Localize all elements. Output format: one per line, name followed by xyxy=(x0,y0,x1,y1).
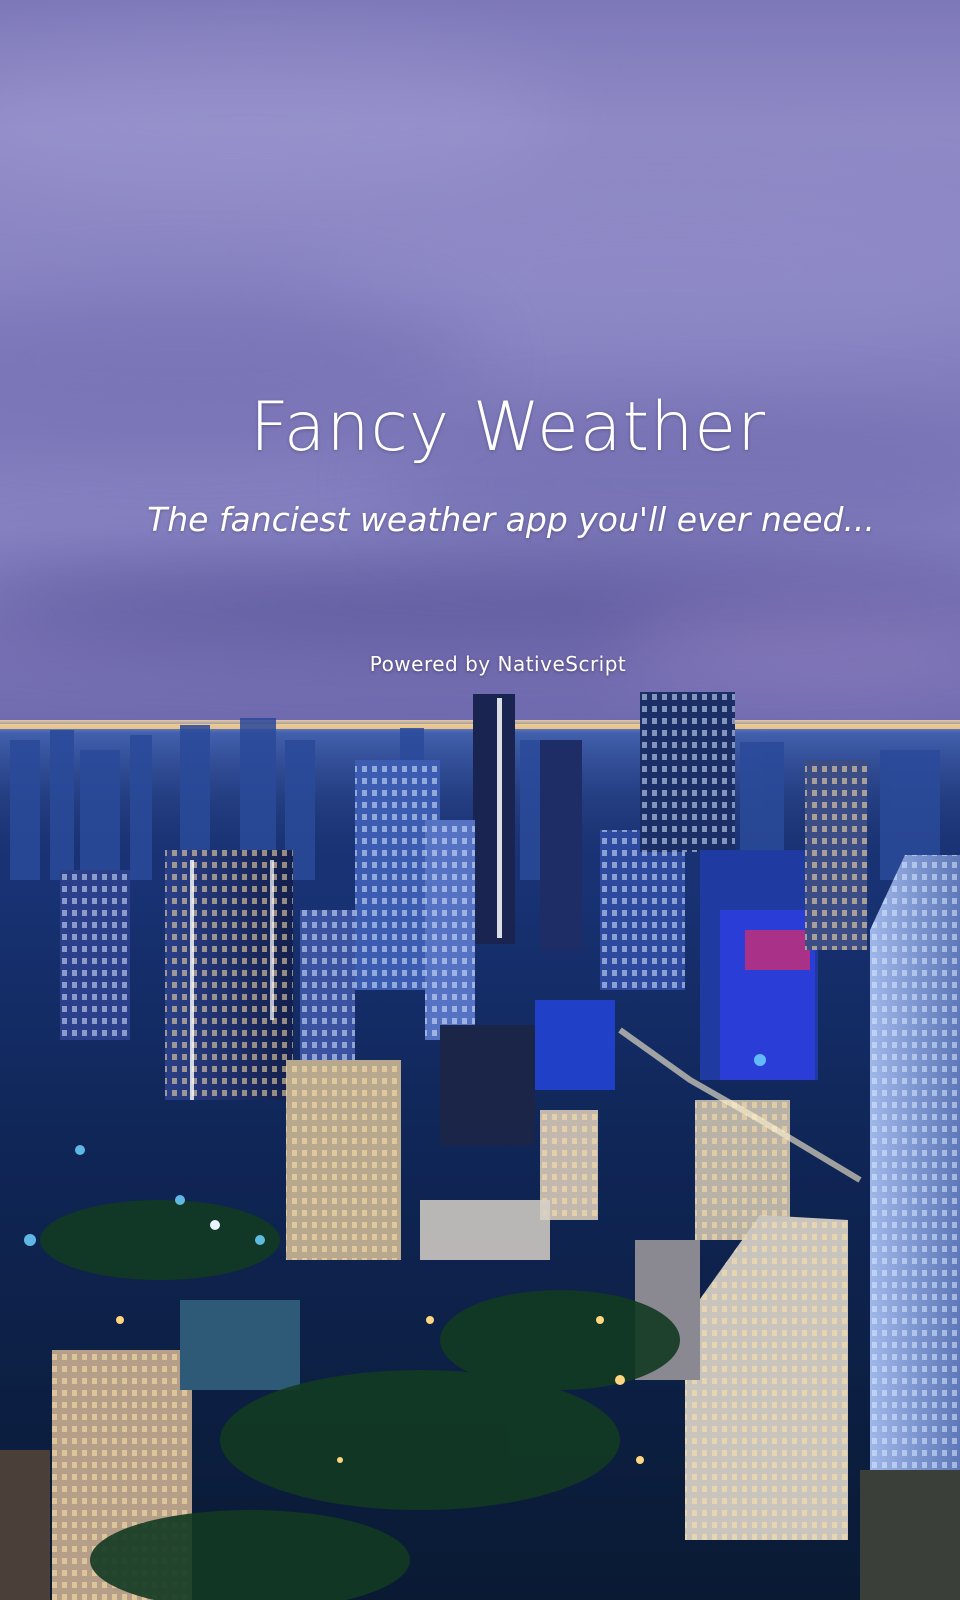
app-title: Fancy Weather xyxy=(249,388,767,467)
powered-by-label: Powered by NativeScript xyxy=(369,652,627,676)
city-skyline-image xyxy=(0,692,960,1600)
app-tagline: The fanciest weather app you'll ever nee… xyxy=(147,500,875,539)
splash-screen: Fancy Weather The fanciest weather app y… xyxy=(0,0,960,1600)
